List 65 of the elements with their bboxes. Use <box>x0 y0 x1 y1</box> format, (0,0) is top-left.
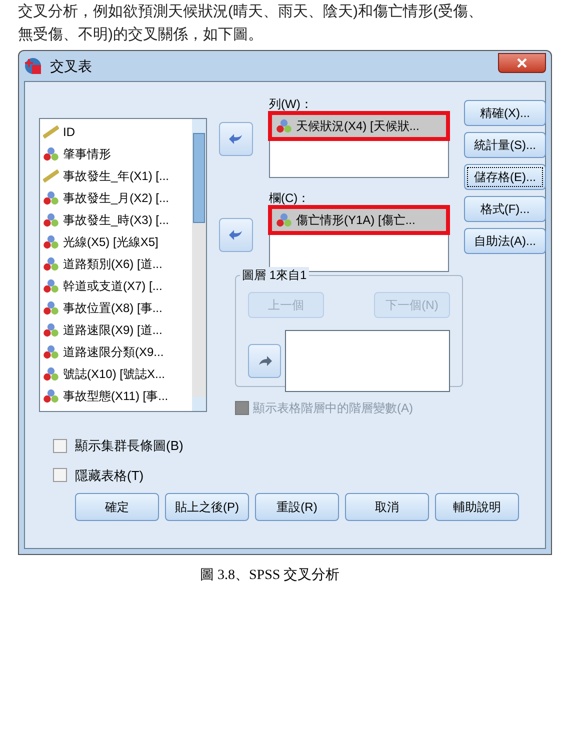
variable-item[interactable]: ID <box>43 121 192 143</box>
variable-item[interactable]: 事故發生_年(X1) [... <box>43 165 192 187</box>
nominal-variable-icon <box>43 389 59 403</box>
close-icon <box>517 58 527 68</box>
dialog-button[interactable]: 取消 <box>345 493 429 521</box>
variable-target-list[interactable]: 天候狀況(X4) [天候狀... <box>269 112 449 178</box>
nominal-variable-icon <box>43 147 59 161</box>
checkbox-label: 隱藏表格(T) <box>75 466 144 485</box>
target-variable[interactable]: 傷亡情形(Y1A) [傷亡... <box>272 209 446 231</box>
nominal-variable-icon <box>276 119 292 133</box>
variable-name: 天候狀況(X4) [天候狀... <box>296 118 420 135</box>
variable-name: 傷亡情形(Y1A) [傷亡... <box>296 212 416 229</box>
nominal-variable-icon <box>43 323 59 337</box>
figure-caption: 圖 3.8、SPSS 交叉分析 <box>200 566 341 585</box>
checkbox-label: 顯示表格階層中的階層變數(A) <box>253 400 413 417</box>
variable-item[interactable]: 道路速限(X9) [道... <box>43 319 192 341</box>
dialog-button[interactable]: 重設(R) <box>255 493 339 521</box>
nominal-variable-icon <box>43 367 59 381</box>
nominal-variable-icon <box>43 191 59 205</box>
group-title: 圖層 1來自1 <box>240 267 309 283</box>
paragraph-line: 無受傷、不明)的交叉關係，如下圖。 <box>18 25 264 45</box>
move-button[interactable] <box>219 122 253 156</box>
column-label: 欄(C)： <box>269 190 311 206</box>
arrow-right-icon <box>256 355 273 367</box>
dialog-button[interactable]: 貼上之後(P) <box>165 493 249 521</box>
variable-item[interactable]: 道路速限分類(X9... <box>43 341 192 363</box>
variable-item[interactable]: 號誌(X10) [號誌X... <box>43 363 192 385</box>
scrollbar[interactable] <box>192 119 206 411</box>
arrow-left-icon <box>228 133 244 145</box>
dialog-button[interactable]: 精確(X)... <box>464 100 546 126</box>
nominal-variable-icon <box>43 213 59 227</box>
dialog-button[interactable]: 統計量(S)... <box>464 132 546 158</box>
move-button[interactable] <box>219 218 253 252</box>
nominal-variable-icon <box>276 213 292 227</box>
move-button[interactable] <box>248 344 282 378</box>
nominal-variable-icon <box>43 301 59 315</box>
variable-item[interactable]: 道路類別(X6) [道... <box>43 253 192 275</box>
variable-item[interactable]: 事故發生_月(X2) [... <box>43 187 192 209</box>
window-title: 交叉表 <box>50 56 92 76</box>
checkbox[interactable] <box>53 468 67 482</box>
target-variable[interactable]: 天候狀況(X4) [天候狀... <box>272 115 446 137</box>
dialog-button[interactable]: 格式(F)... <box>464 196 546 222</box>
variable-item[interactable]: 光線(X5) [光線X5] <box>43 231 192 253</box>
variable-item[interactable]: 幹道或支道(X7) [... <box>43 275 192 297</box>
arrow-left-icon <box>228 229 244 241</box>
dialog-button[interactable]: 確定 <box>75 493 159 521</box>
nominal-variable-icon <box>43 257 59 271</box>
variable-item[interactable]: 事故位置(X8) [事... <box>43 297 192 319</box>
paragraph-line: 交叉分析，例如欲預測天候狀況(晴天、雨天、陰天)和傷亡情形(受傷、 <box>18 2 484 22</box>
nominal-variable-icon <box>43 345 59 359</box>
row-label: 列(W)： <box>269 96 314 112</box>
variable-item[interactable]: 事故發生_時(X3) [... <box>43 209 192 231</box>
nominal-variable-icon <box>43 235 59 249</box>
nominal-variable-icon <box>43 279 59 293</box>
dialog-button[interactable]: 儲存格(E)... <box>464 164 546 190</box>
variable-item[interactable]: 事故型態(X11) [事... <box>43 385 192 407</box>
variable-item[interactable]: 肇事情形 <box>43 143 192 165</box>
checkbox-label: 顯示集群長條圖(B) <box>75 437 184 455</box>
checkbox[interactable] <box>53 438 67 453</box>
dialog-button[interactable]: 輔助說明 <box>435 493 519 521</box>
close-button[interactable] <box>498 53 546 73</box>
variable-list[interactable]: ID 肇事情形 事故發生_年(X1) [... 事故發生_月(X2) [... 事故發生_時(X3) [... 光線(X5) [光線X5] 道路類別(X6) [道... 幹道或支道(X7) [... 事故位置(X8) [事... 道路速限(X9) [道... 道路速限分類(X9... 號誌(X10) [號誌X... 事故型態(X11) [事... <box>39 118 207 412</box>
dialog-button[interactable]: 自助法(A)... <box>464 228 546 254</box>
layer-list[interactable] <box>285 330 450 392</box>
crosstab-icon <box>24 57 42 75</box>
